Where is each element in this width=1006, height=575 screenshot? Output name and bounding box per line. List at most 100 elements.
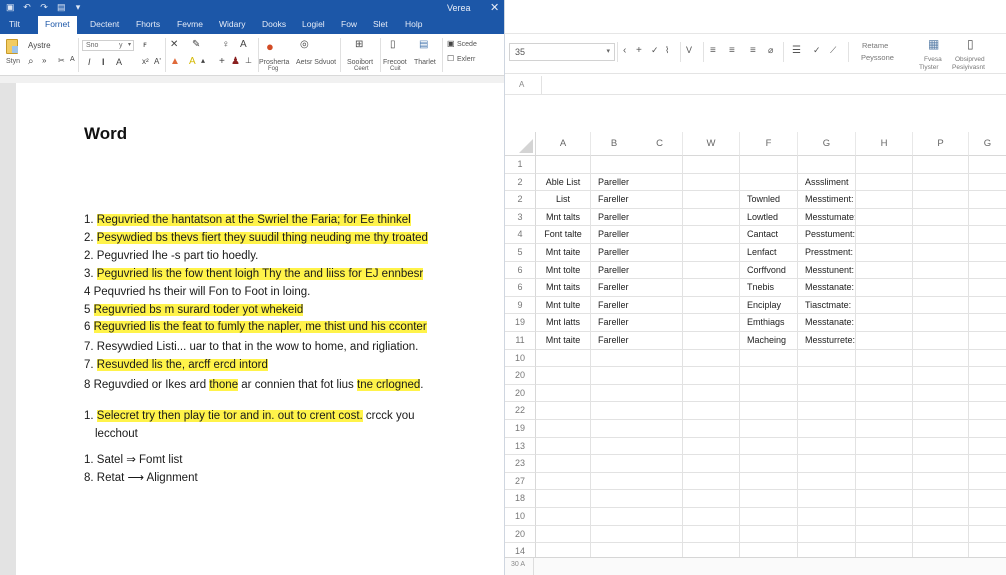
row-header[interactable]: 10 xyxy=(505,508,536,526)
back-icon[interactable]: ‹ xyxy=(623,45,626,56)
table-cell[interactable]: Enciplay xyxy=(740,296,798,315)
format-painter-icon[interactable]: ✂ xyxy=(58,56,65,65)
table-cell[interactable]: Pesstument: xyxy=(798,226,856,244)
table-cell[interactable] xyxy=(913,472,969,491)
tab-widary[interactable]: Widary xyxy=(219,19,245,29)
table-cell[interactable] xyxy=(856,437,913,456)
table-cell[interactable]: Pareller xyxy=(591,173,683,192)
table-cell[interactable] xyxy=(856,472,913,491)
table-cell[interactable] xyxy=(591,455,683,473)
undo-icon[interactable]: ↶ xyxy=(23,2,31,12)
table-cell[interactable]: Able List xyxy=(536,173,591,192)
ribbon-button-label[interactable]: Fvesa xyxy=(924,56,942,63)
table-cell[interactable] xyxy=(913,191,969,209)
table-cell[interactable] xyxy=(856,156,913,174)
paste-icon[interactable] xyxy=(6,39,18,54)
table-cell[interactable] xyxy=(591,156,683,174)
pencil-icon[interactable]: ⟋ xyxy=(830,45,836,56)
table-cell[interactable] xyxy=(856,367,913,385)
table-cell[interactable] xyxy=(856,455,913,473)
table-cell[interactable] xyxy=(856,525,913,544)
table-cell[interactable]: Fareller xyxy=(591,279,683,297)
column-header[interactable]: G xyxy=(969,132,1006,156)
table-cell[interactable] xyxy=(740,420,798,438)
add-icon[interactable]: + xyxy=(219,56,225,67)
table-cell[interactable] xyxy=(913,402,969,420)
anchor-icon[interactable]: ⊥ xyxy=(245,56,252,65)
table-cell[interactable] xyxy=(856,208,913,227)
table-cell[interactable] xyxy=(591,384,683,403)
name-box[interactable]: 35 ▾ xyxy=(509,43,615,61)
table-cell[interactable]: Messtumate: xyxy=(798,208,856,227)
table-cell[interactable] xyxy=(798,402,856,420)
table-cell[interactable] xyxy=(798,384,856,403)
table-cell[interactable]: Fareller xyxy=(591,314,683,332)
tick-icon[interactable]: ✓ xyxy=(813,45,821,56)
table-cell[interactable] xyxy=(683,525,740,544)
table-cell[interactable]: Presstment: xyxy=(798,244,856,262)
table-cell[interactable] xyxy=(740,402,798,420)
table-cell[interactable] xyxy=(798,455,856,473)
colors-icon[interactable]: ● xyxy=(266,39,274,54)
table-cell[interactable] xyxy=(913,156,969,174)
table-cell[interactable] xyxy=(683,437,740,456)
chevron-down-icon[interactable]: ▾ xyxy=(606,47,610,55)
table-cell[interactable] xyxy=(798,367,856,385)
table-cell[interactable] xyxy=(740,173,798,192)
table-cell[interactable] xyxy=(969,332,1006,350)
table-cell[interactable] xyxy=(536,402,591,420)
table-cell[interactable] xyxy=(536,367,591,385)
table-cell[interactable] xyxy=(856,402,913,420)
table-cell[interactable] xyxy=(856,420,913,438)
table-cell[interactable]: List xyxy=(536,191,591,209)
ribbon-button-label[interactable]: Tharlet xyxy=(414,59,436,66)
properties-dropdown[interactable]: Peyssone xyxy=(861,53,894,62)
link-icon[interactable]: ⌇ xyxy=(665,45,669,56)
table-cell[interactable] xyxy=(683,420,740,438)
table-cell[interactable] xyxy=(969,473,1006,491)
table-cell[interactable] xyxy=(591,525,683,544)
table-cell[interactable] xyxy=(969,209,1006,227)
column-header[interactable]: A xyxy=(536,132,591,156)
search-icon[interactable]: ⌕ xyxy=(28,56,34,67)
pen-icon[interactable]: ✎ xyxy=(192,39,200,50)
table-icon[interactable]: ⊞ xyxy=(355,39,363,50)
table-cell[interactable] xyxy=(856,173,913,192)
table-cell[interactable]: Macheing xyxy=(740,332,798,350)
row-header[interactable]: 22 xyxy=(505,402,536,420)
table-cell[interactable] xyxy=(591,437,683,456)
row-header[interactable]: 18 xyxy=(505,490,536,508)
tab-help[interactable]: Holp xyxy=(405,19,422,29)
ribbon-button-label[interactable]: Aetsr Sdvuot xyxy=(296,59,336,66)
column-header[interactable]: H xyxy=(856,132,913,156)
fill-icon[interactable]: ♟ xyxy=(231,56,240,67)
italic-button[interactable]: I xyxy=(88,57,91,67)
table-cell[interactable] xyxy=(683,314,740,332)
ribbon-button-label[interactable]: Prosherta xyxy=(259,59,289,66)
table-cell[interactable] xyxy=(913,173,969,192)
table-cell[interactable] xyxy=(740,367,798,385)
table-cell[interactable] xyxy=(856,226,913,244)
table-cell[interactable] xyxy=(969,262,1006,280)
text-direction-icon[interactable]: A xyxy=(240,39,247,50)
table-cell[interactable] xyxy=(591,472,683,491)
table-cell[interactable] xyxy=(536,525,591,544)
table-cell[interactable] xyxy=(683,472,740,491)
table-cell[interactable] xyxy=(913,420,969,438)
table-cell[interactable] xyxy=(856,490,913,508)
row-header[interactable]: 9 xyxy=(505,296,536,315)
bold-button[interactable]: I xyxy=(102,57,105,67)
table-cell[interactable] xyxy=(536,455,591,473)
table-cell[interactable] xyxy=(969,385,1006,403)
table-cell[interactable] xyxy=(798,437,856,456)
table-cell[interactable] xyxy=(740,349,798,368)
table-cell[interactable] xyxy=(969,438,1006,456)
highlight-icon[interactable]: A xyxy=(189,56,196,67)
table-cell[interactable] xyxy=(969,314,1006,332)
ribbon-button-label[interactable]: Obsiprved xyxy=(955,56,985,63)
table-cell[interactable] xyxy=(913,226,969,244)
column-header[interactable]: P xyxy=(913,132,969,156)
table-cell[interactable] xyxy=(856,384,913,403)
table-cell[interactable] xyxy=(591,349,683,368)
table-cell[interactable]: Lenfact xyxy=(740,244,798,262)
